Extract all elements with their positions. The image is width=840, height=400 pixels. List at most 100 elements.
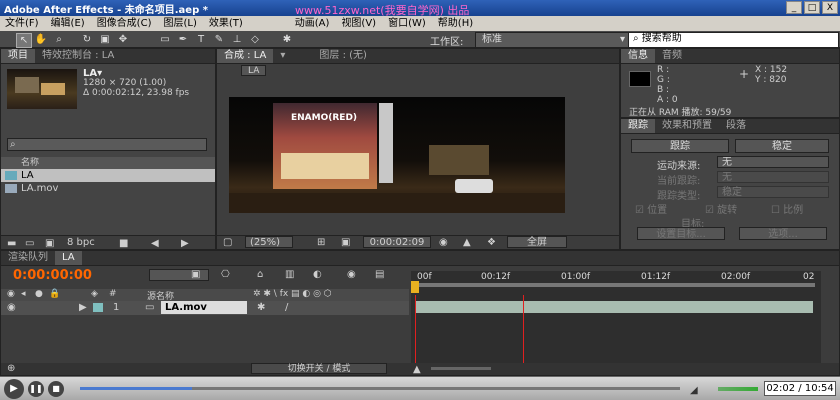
play-icon[interactable]: ▶: [4, 379, 24, 399]
tab-audio[interactable]: 音频: [655, 49, 689, 63]
text-tool-icon[interactable]: T: [194, 33, 208, 46]
menu-view[interactable]: 视图(V): [341, 16, 376, 31]
tab-tracker[interactable]: 跟踪: [621, 119, 655, 133]
graph-editor-icon[interactable]: ▤: [375, 269, 384, 280]
shy-layers-icon[interactable]: ▥: [285, 269, 294, 280]
seek-bar[interactable]: [80, 387, 680, 390]
menu-window[interactable]: 窗口(W): [388, 16, 426, 31]
menu-file[interactable]: 文件(F): [5, 16, 39, 31]
zoom-out-icon[interactable]: ▲: [413, 364, 421, 375]
project-search-input[interactable]: ⌕: [7, 138, 207, 151]
timeline-timecode[interactable]: 0:00:00:00: [13, 268, 92, 283]
current-track-select[interactable]: 无: [717, 171, 829, 183]
scale-checkbox[interactable]: ☐ 比例: [771, 201, 803, 216]
expand-arrow-icon[interactable]: ▶: [79, 302, 87, 313]
layer-bar[interactable]: [415, 301, 813, 313]
mask-tool-icon[interactable]: ▭: [158, 33, 172, 46]
stop-icon[interactable]: ■: [48, 381, 64, 397]
tab-render-queue[interactable]: 渲染队列: [1, 251, 55, 265]
zoom-tool-icon[interactable]: ⌕: [52, 33, 66, 46]
frame-blending-icon[interactable]: ◐: [313, 269, 322, 280]
show-snapshot-icon[interactable]: ▲: [463, 237, 471, 248]
volume-slider[interactable]: [718, 387, 758, 391]
close-button[interactable]: X: [822, 1, 838, 14]
pen-tool-icon[interactable]: ✒: [176, 33, 190, 46]
delete-icon[interactable]: ■: [119, 238, 128, 249]
layer-row[interactable]: ◉ ▶ 1 ▭ LA.mov ✱ /: [1, 301, 409, 315]
hand-tool-icon[interactable]: ✋: [34, 33, 48, 46]
tab-layer[interactable]: 图层 : (无): [312, 49, 374, 63]
maximize-button[interactable]: □: [804, 1, 820, 14]
visibility-icon[interactable]: ◉: [7, 302, 16, 313]
workspace-select[interactable]: 标准 ▾: [475, 32, 629, 48]
comp-timecode[interactable]: 0:00:02:09: [363, 236, 431, 248]
stabilize-motion-button[interactable]: 稳定: [735, 139, 829, 153]
bpc-label[interactable]: 8 bpc: [67, 237, 95, 248]
work-area-bar[interactable]: [415, 283, 815, 287]
zoom-select[interactable]: (25%): [245, 236, 293, 248]
resolution-select[interactable]: 全屏: [507, 236, 567, 248]
rotate-tool-icon[interactable]: ↻: [80, 33, 94, 46]
pan-behind-tool-icon[interactable]: ✥: [116, 33, 130, 46]
comp-mini-flowchart-icon[interactable]: ▣: [191, 269, 200, 280]
tab-composition[interactable]: 合成 : LA: [217, 49, 274, 63]
playhead-handle[interactable]: [411, 281, 419, 293]
trash-icon[interactable]: ▬: [7, 238, 16, 249]
eraser-tool-icon[interactable]: ◇: [248, 33, 262, 46]
snapshot-icon[interactable]: ◉: [439, 237, 448, 248]
layer-name[interactable]: LA.mov: [161, 301, 247, 314]
shy-switch-icon[interactable]: ✱: [257, 302, 265, 313]
grid-icon[interactable]: ⊞: [317, 237, 325, 248]
position-checkbox[interactable]: ☑ 位置: [635, 201, 667, 216]
puppet-tool-icon[interactable]: ✱: [280, 33, 294, 46]
time-ruler[interactable]: 00f 00:12f 01:00f 01:12f 02:00f 02: [411, 271, 821, 295]
draft-3d-icon[interactable]: ⌂: [257, 269, 263, 280]
menu-composition[interactable]: 图像合成(C): [97, 16, 152, 31]
selection-tool-icon[interactable]: ↖: [16, 33, 32, 48]
safe-zone-icon[interactable]: ▣: [341, 237, 350, 248]
brush-tool-icon[interactable]: ✎: [212, 33, 226, 46]
tab-project[interactable]: 项目: [1, 49, 35, 63]
zoom-slider[interactable]: [431, 367, 491, 370]
new-comp-icon[interactable]: ▣: [45, 238, 54, 249]
camera-tool-icon[interactable]: ▣: [98, 33, 112, 46]
motion-blur-icon[interactable]: ◉: [347, 269, 356, 280]
track-area[interactable]: [411, 295, 821, 365]
chevron-right-icon[interactable]: ▶: [181, 238, 189, 249]
quality-switch-icon[interactable]: /: [285, 302, 288, 313]
tab-info[interactable]: 信息: [621, 49, 655, 63]
toggle-expand-icon[interactable]: ⊕: [7, 363, 15, 374]
pause-icon[interactable]: ❚❚: [28, 381, 44, 397]
tab-paragraph[interactable]: 段落: [719, 119, 753, 133]
comp-viewer[interactable]: ENAMO(RED): [229, 97, 565, 213]
region-of-interest-icon[interactable]: ▢: [223, 237, 232, 248]
motion-source-select[interactable]: 无: [717, 156, 829, 168]
menu-animation[interactable]: 动画(A): [295, 16, 330, 31]
project-item-la-mov[interactable]: LA.mov: [1, 182, 215, 195]
tab-effects-presets[interactable]: 效果和预置: [655, 119, 719, 133]
menu-help[interactable]: 帮助(H): [438, 16, 473, 31]
minimize-button[interactable]: _: [786, 1, 802, 14]
options-button[interactable]: 选项...: [739, 227, 827, 240]
menu-edit[interactable]: 编辑(E): [51, 16, 85, 31]
project-item-la[interactable]: LA: [1, 169, 215, 182]
track-type-select[interactable]: 稳定: [717, 186, 829, 198]
volume-icon[interactable]: ◢: [690, 385, 714, 396]
rotation-checkbox[interactable]: ☑ 旋转: [705, 201, 737, 216]
tab-timeline-la[interactable]: LA: [55, 251, 82, 265]
set-target-button[interactable]: 设置目标...: [637, 227, 725, 240]
chevron-down-icon[interactable]: ▾: [273, 49, 292, 63]
menu-layer[interactable]: 图层(L): [163, 16, 196, 31]
label-color-icon[interactable]: [93, 303, 103, 312]
search-help-input[interactable]: ⌕ 搜索帮助: [628, 32, 839, 48]
chevron-left-icon[interactable]: ◀: [151, 238, 159, 249]
track-motion-button[interactable]: 跟踪: [631, 139, 729, 153]
clone-tool-icon[interactable]: ⊥: [230, 33, 244, 46]
comp-chip[interactable]: LA: [241, 65, 267, 76]
color-channel-icon[interactable]: ❖: [487, 237, 496, 248]
menu-effect[interactable]: 效果(T): [209, 16, 243, 31]
live-update-icon[interactable]: ⎔: [221, 269, 230, 280]
toggle-switches-modes-button[interactable]: 切换开关 / 模式: [251, 363, 387, 374]
tab-effect-controls[interactable]: 特效控制台 : LA: [35, 49, 121, 63]
folder-icon[interactable]: ▭: [25, 238, 34, 249]
